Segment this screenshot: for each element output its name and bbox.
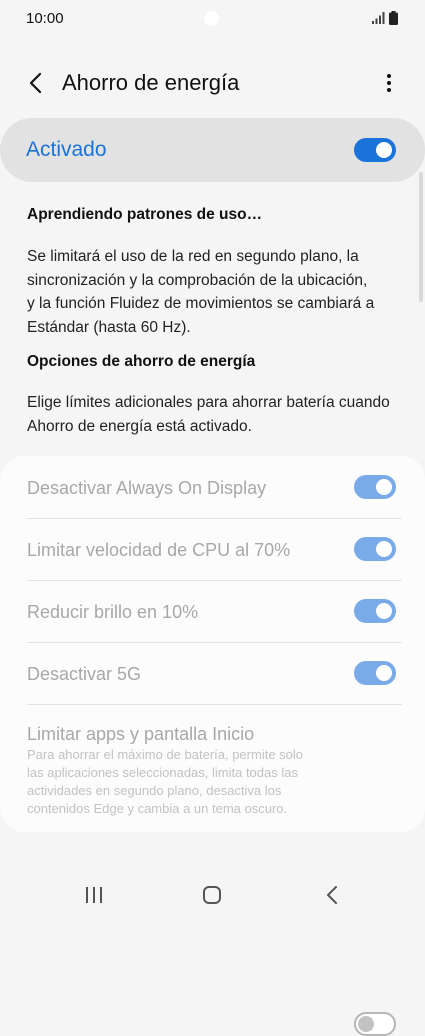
description-line: Se limitará el uso de la red en segundo … [27,248,359,265]
description-line: sincronización y la comprobación de la u… [27,271,368,289]
description-line: contenidos Edge y cambia a un tema oscur… [27,801,288,816]
description-line: y la función Fluidez de movimientos se c… [27,295,375,312]
option-toggle-switch-off[interactable] [354,1012,396,1036]
learning-patterns-heading: Aprendiendo patrones de uso… [27,206,263,223]
page-title: Ahorro de energía [62,70,240,95]
recent-apps-button[interactable] [74,880,114,910]
scrollbar[interactable] [419,172,423,302]
system-navigation-bar [0,862,425,922]
learning-patterns-description: Se limitará el uso de la red en segundo … [27,245,407,339]
option-label: Desactivar 5G [27,664,142,684]
back-icon [327,886,337,904]
status-bar: 10:00 [0,0,425,38]
option-toggle-switch[interactable] [354,661,396,685]
switch-knob [374,539,394,559]
battery-icon [389,11,398,25]
nav-back-button[interactable] [312,880,352,910]
option-label: Desactivar Always On Display [27,478,267,498]
option-reduce-brightness[interactable]: Reducir brillo en 10% [0,580,425,642]
app-header: Ahorro de energía [0,60,425,106]
power-saving-options-list: Desactivar Always On Display Limitar vel… [0,456,425,1036]
home-icon [203,886,221,904]
option-label: Reducir brillo en 10% [27,602,199,622]
signal-icon [372,12,385,24]
back-arrow-icon [29,72,42,94]
camera-cutout [204,11,219,26]
option-description: Para ahorrar el máximo de batería, permi… [27,746,347,818]
master-toggle-label: Activado [26,138,107,161]
more-options-button[interactable] [376,68,402,98]
status-time: 10:00 [26,10,64,27]
home-button[interactable] [192,880,232,910]
description-line: Ahorro de energía está activado. [27,417,252,435]
recent-apps-icon [86,887,102,903]
option-limit-cpu-speed[interactable]: Limitar velocidad de CPU al 70% [0,518,425,580]
option-toggle-switch[interactable] [354,537,396,561]
option-disable-always-on-display[interactable]: Desactivar Always On Display [0,456,425,518]
description-line: Para ahorrar el máximo de batería, permi… [27,747,304,762]
description-line: actividades en segundo plano, desactiva … [27,783,282,798]
option-label: Limitar velocidad de CPU al 70% [27,540,291,560]
option-limit-apps-and-home-screen[interactable]: Limitar apps y pantalla Inicio Para ahor… [0,704,425,1036]
option-label: Limitar apps y pantalla Inicio [27,724,255,744]
option-toggle-switch[interactable] [354,599,396,623]
more-options-icon [387,74,391,92]
power-saving-master-toggle-row[interactable]: Activado [0,118,425,182]
description-line: Estándar (hasta 60 Hz). [27,318,191,336]
master-toggle-switch[interactable] [354,138,396,162]
option-disable-5g[interactable]: Desactivar 5G [0,642,425,704]
power-saving-options-heading: Opciones de ahorro de energía [27,353,256,370]
description-line: Elige límites adicionales para ahorrar b… [27,394,390,411]
switch-knob [374,140,394,160]
switch-knob [374,601,394,621]
option-toggle-switch[interactable] [354,475,396,499]
description-line: las aplicaciones seleccionadas, limita t… [27,765,298,780]
power-saving-options-description: Elige límites adicionales para ahorrar b… [27,391,407,438]
switch-knob [374,477,394,497]
switch-knob [374,663,394,683]
back-button[interactable] [20,68,50,98]
